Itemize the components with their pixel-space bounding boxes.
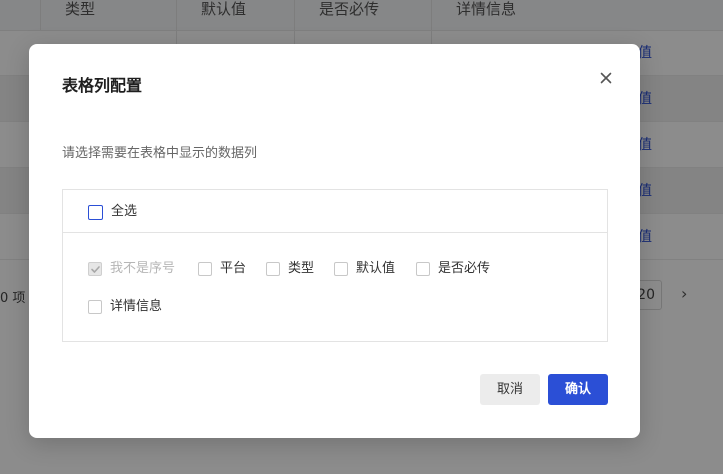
column-label-serial: 我不是序号 xyxy=(110,261,176,276)
cancel-button[interactable]: 取消 xyxy=(480,374,540,405)
select-all-row: 全选 xyxy=(63,190,607,233)
column-options-panel: 全选 我不是序号 平台 类型 默认值 是否必传 详情信息 xyxy=(62,189,608,342)
checkbox-box-checked xyxy=(88,262,102,276)
column-checkbox-type[interactable]: 类型 xyxy=(266,260,314,278)
column-checkbox-platform[interactable]: 平台 xyxy=(198,260,246,278)
column-checkbox-default[interactable]: 默认值 xyxy=(334,260,395,278)
select-all-checkbox[interactable]: 全选 xyxy=(88,203,137,221)
column-label-default: 默认值 xyxy=(356,261,396,276)
checkbox-box[interactable] xyxy=(88,300,102,314)
column-label-required: 是否必传 xyxy=(438,261,491,276)
checkbox-box[interactable] xyxy=(416,262,430,276)
select-all-label: 全选 xyxy=(111,204,138,219)
column-label-platform: 平台 xyxy=(220,261,247,276)
column-config-dialog: 表格列配置 请选择需要在表格中显示的数据列 全选 我不是序号 平台 类型 默认值… xyxy=(29,44,640,438)
column-checkbox-serial: 我不是序号 xyxy=(88,260,175,278)
column-checkbox-required[interactable]: 是否必传 xyxy=(416,260,490,278)
checkbox-box[interactable] xyxy=(198,262,212,276)
column-label-detail: 详情信息 xyxy=(110,299,163,314)
close-icon[interactable] xyxy=(596,68,616,88)
checkbox-box[interactable] xyxy=(88,204,103,220)
checkbox-box[interactable] xyxy=(266,262,280,276)
checkbox-box[interactable] xyxy=(334,262,348,276)
column-label-type: 类型 xyxy=(288,261,315,276)
confirm-button[interactable]: 确认 xyxy=(548,374,608,405)
column-checkbox-detail[interactable]: 详情信息 xyxy=(88,298,162,316)
dialog-description: 请选择需要在表格中显示的数据列 xyxy=(62,146,258,161)
dialog-title: 表格列配置 xyxy=(62,76,143,95)
